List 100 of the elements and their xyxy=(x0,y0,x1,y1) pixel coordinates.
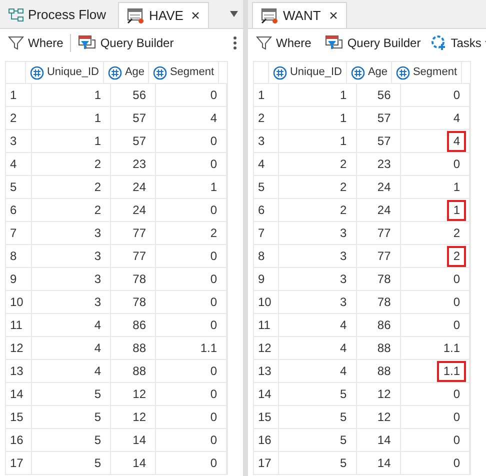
table-cell: 2 xyxy=(32,199,111,222)
table-cell: 4 xyxy=(32,360,111,383)
row-number: 16 xyxy=(254,429,280,452)
row-number: 13 xyxy=(6,360,32,383)
row-number: 10 xyxy=(6,291,32,314)
table-cell-text: 0 xyxy=(452,156,461,173)
table-cell: 12 xyxy=(356,383,401,406)
close-icon[interactable] xyxy=(328,11,338,20)
row-number: 4 xyxy=(254,153,280,176)
row-number: 4 xyxy=(6,153,32,176)
table-cell: 14 xyxy=(356,452,401,475)
table-cell-text: 0 xyxy=(452,432,461,449)
table-cell: 2 xyxy=(279,153,357,176)
tab[interactable]: HAVE xyxy=(118,2,210,28)
row-number: 10 xyxy=(254,291,280,314)
row-number: 12 xyxy=(6,337,32,360)
table-cell: 86 xyxy=(111,314,156,337)
query-builder-icon xyxy=(325,34,344,50)
where-button[interactable]: Where xyxy=(6,34,66,52)
table-cell-text: 2 xyxy=(452,225,461,242)
table-cell-text: 0 xyxy=(452,386,461,403)
table-cell: 5 xyxy=(32,452,111,475)
table-cell: 5 xyxy=(32,406,111,429)
table-cell: 57 xyxy=(356,107,401,130)
table-cell: 77 xyxy=(356,222,401,245)
table-cell: 77 xyxy=(356,245,401,268)
table-cell: 4 xyxy=(32,337,111,360)
table-cell: 24 xyxy=(356,176,401,199)
table-cell: 88 xyxy=(111,337,156,360)
table-cell-text: 0 xyxy=(452,87,461,104)
dropdown-caret-icon[interactable] xyxy=(230,11,238,17)
row-number: 13 xyxy=(254,360,280,383)
where-button[interactable]: Where xyxy=(254,34,314,52)
table-cell: 0 xyxy=(156,314,227,337)
row-number: 1 xyxy=(6,84,32,107)
table-cell: 1 xyxy=(32,84,111,107)
filter-icon xyxy=(8,34,24,50)
numeric-column-icon xyxy=(108,66,122,80)
table-cell: 5 xyxy=(279,429,357,452)
filter-icon xyxy=(256,34,272,50)
table-cell: 0 xyxy=(156,153,227,176)
numeric-column-icon xyxy=(350,66,365,80)
table-cell: 0 xyxy=(156,452,227,475)
table-cell: 0 xyxy=(156,199,227,222)
table-cell: 12 xyxy=(111,406,156,429)
row-number: 7 xyxy=(254,222,280,245)
flow-icon xyxy=(8,8,24,22)
tab[interactable]: WANT xyxy=(252,2,347,28)
table-cell: 14 xyxy=(356,429,401,452)
table-cell-text: 1.1 xyxy=(442,340,461,357)
table-cell: 0 xyxy=(156,360,227,383)
table-icon xyxy=(261,8,279,24)
table-cell: 0 xyxy=(156,406,227,429)
table-cell: 5 xyxy=(279,406,357,429)
row-number: 12 xyxy=(254,337,280,360)
column-header[interactable]: Segment xyxy=(392,62,462,84)
table-cell: 4 xyxy=(279,314,357,337)
table-cell: 0 xyxy=(156,291,227,314)
table-cell: 3 xyxy=(279,268,357,291)
table-icon xyxy=(127,8,146,24)
row-number: 5 xyxy=(254,176,280,199)
table-cell: 12 xyxy=(356,406,401,429)
query-builder-icon xyxy=(78,34,96,50)
tasks-button[interactable]: Tasks xyxy=(430,34,486,52)
table-cell: 77 xyxy=(111,245,156,268)
column-header[interactable]: Age xyxy=(104,62,149,84)
table-cell: 5 xyxy=(32,383,111,406)
row-number: 14 xyxy=(6,383,32,406)
column-header[interactable]: Segment xyxy=(148,62,219,84)
table-cell: 4 xyxy=(156,107,227,130)
table-cell: 2 xyxy=(32,153,111,176)
table-cell: 86 xyxy=(356,314,401,337)
row-number: 9 xyxy=(254,268,280,291)
table-cell: 3 xyxy=(32,245,111,268)
tab[interactable]: Process Flow xyxy=(0,2,114,28)
table-cell: 5 xyxy=(279,452,357,475)
column-header[interactable]: Unique_ID xyxy=(268,62,347,84)
query-builder-button[interactable]: Query Builder xyxy=(323,34,423,52)
table-cell: 3 xyxy=(32,291,111,314)
table-cell: 1 xyxy=(32,130,111,153)
table-cell: 57 xyxy=(111,130,156,153)
column-header[interactable]: Age xyxy=(346,62,392,84)
table-cell: 2 xyxy=(156,222,227,245)
more-icon[interactable] xyxy=(233,36,237,50)
table-cell: 24 xyxy=(111,199,156,222)
table-cell: 3 xyxy=(279,245,357,268)
table-cell: 88 xyxy=(111,360,156,383)
table-cell: 0 xyxy=(156,245,227,268)
table-cell: 57 xyxy=(111,107,156,130)
table-cell: 1 xyxy=(279,107,357,130)
table-cell: 78 xyxy=(356,291,401,314)
row-number: 1 xyxy=(254,84,280,107)
close-icon[interactable] xyxy=(191,11,200,20)
query-builder-button[interactable]: Query Builder xyxy=(76,34,176,52)
column-header[interactable]: Unique_ID xyxy=(26,62,104,84)
table-cell: 24 xyxy=(356,199,401,222)
table-cell: 1 xyxy=(279,84,357,107)
table-cell: 0 xyxy=(156,268,227,291)
table-cell-text: 0 xyxy=(452,317,461,334)
table-cell-text: 0 xyxy=(452,271,461,288)
